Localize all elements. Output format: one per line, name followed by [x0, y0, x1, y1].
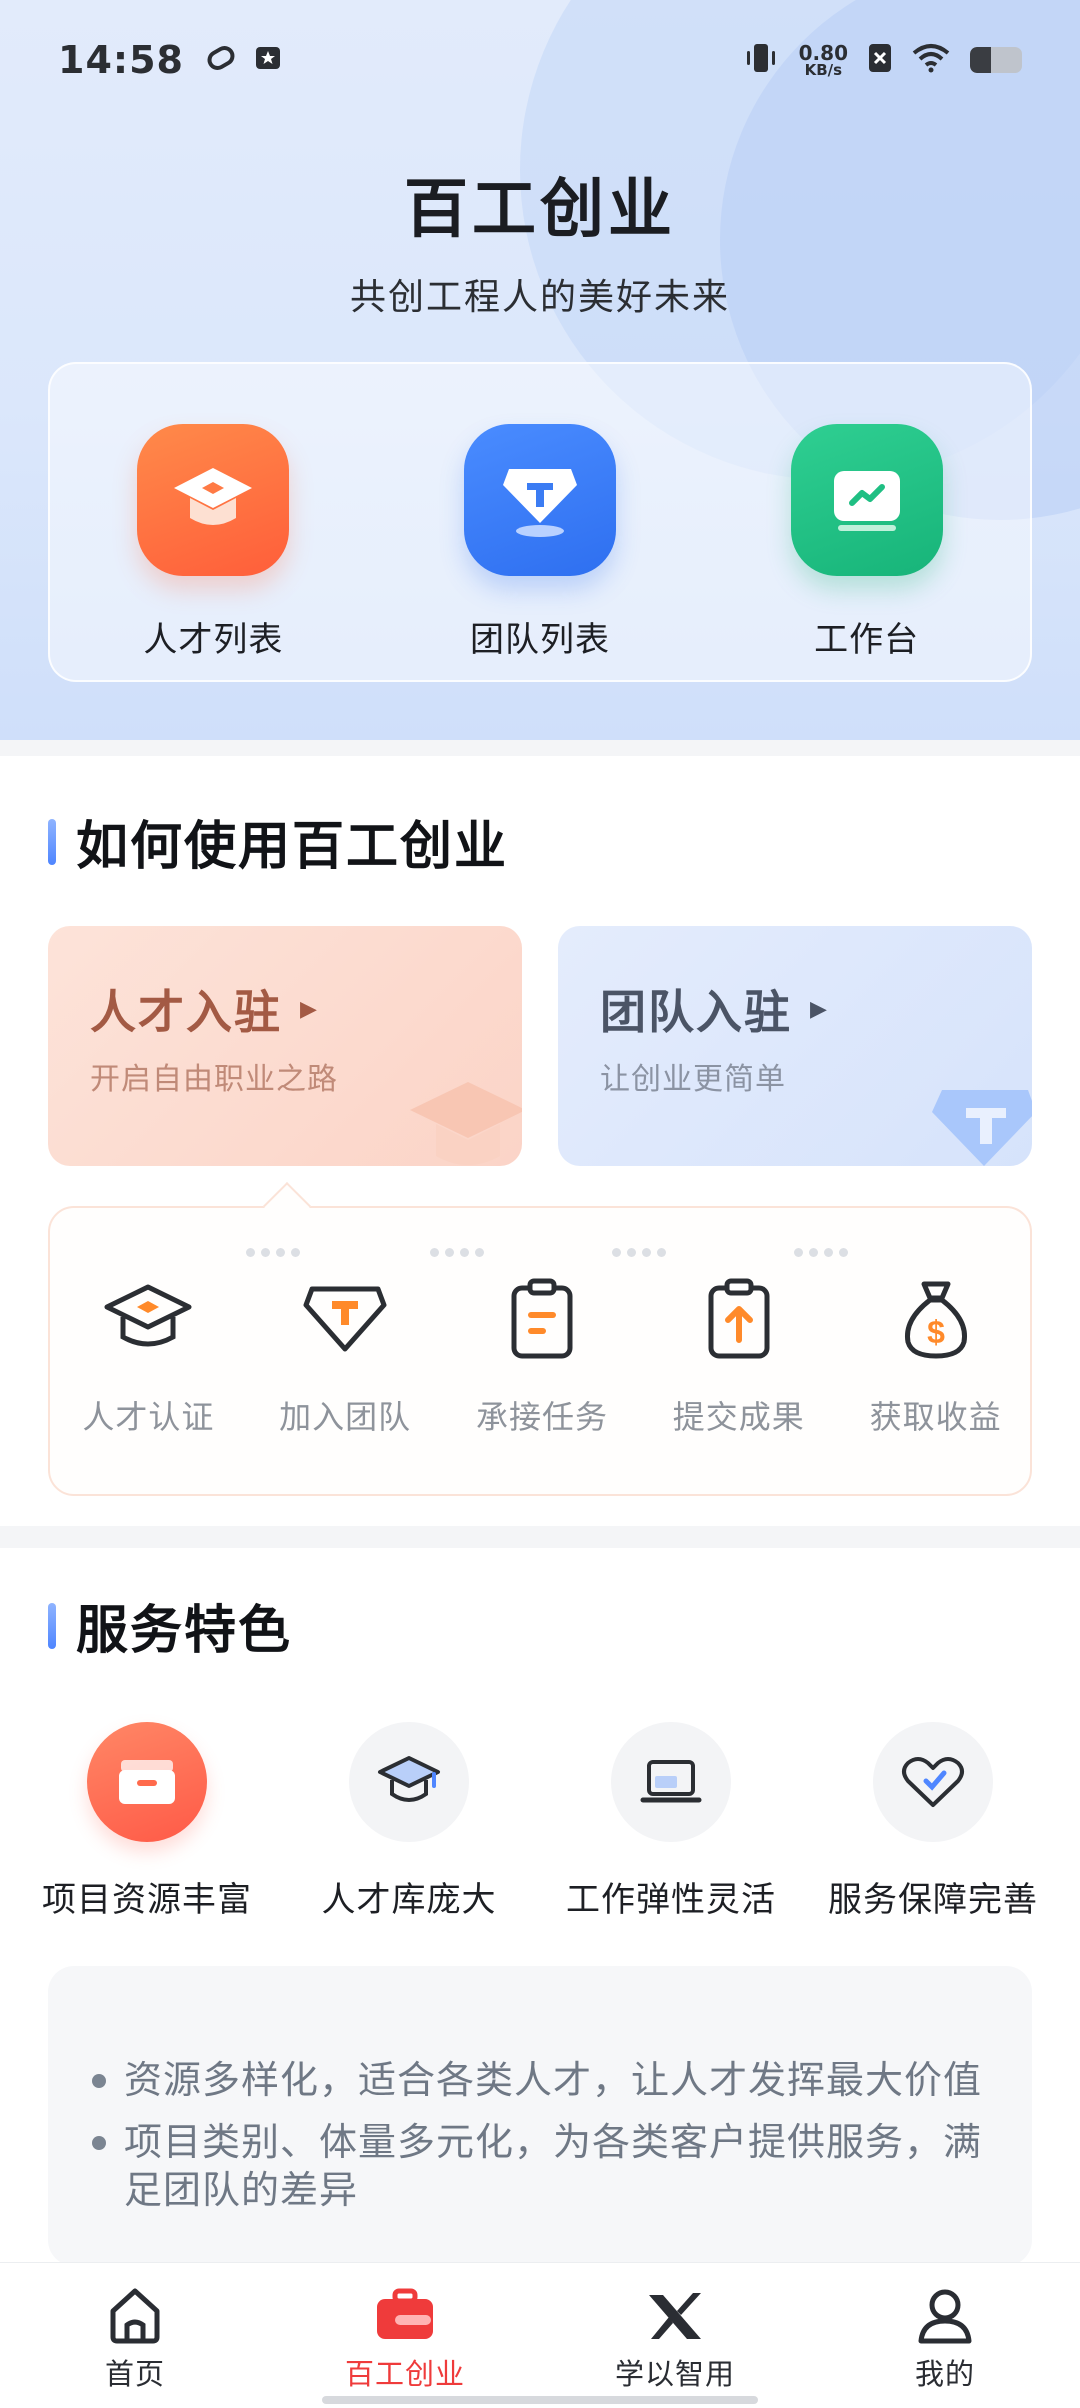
network-speed: 0.80 KB/s: [799, 43, 848, 78]
tab-label: 我的: [914, 2357, 975, 2391]
quick-action-label: 人才列表: [143, 620, 284, 660]
project-box-icon: [87, 1722, 207, 1842]
quick-action-team-list[interactable]: 团队列表: [410, 424, 670, 661]
team-join-card[interactable]: 团队入驻 ▶ 让创业更简单: [558, 926, 1032, 1166]
quick-action-label: 工作台: [814, 620, 920, 660]
title-accent-bar: [48, 1602, 56, 1649]
tab-home[interactable]: 首页: [35, 2263, 235, 2408]
star-notification-icon: [254, 44, 282, 76]
bullet-text: 项目类别、体量多元化，为各类客户提供服务，满足团队的差异: [124, 2120, 983, 2212]
features-title-text: 服务特色: [76, 1601, 293, 1661]
team-join-title: 团队入驻 ▶: [600, 976, 829, 1042]
talent-join-subtitle: 开启自由职业之路: [90, 1062, 338, 1097]
step-label: 加入团队: [279, 1398, 412, 1436]
card-pointer: [147, 1966, 191, 1989]
feature-bullet: 项目类别、体量多元化，为各类客户提供服务，满足团队的差异: [92, 2118, 1012, 2214]
x-logo-icon: [643, 2283, 707, 2347]
step-accept-task: 承接任务: [452, 1274, 632, 1438]
quick-action-workbench[interactable]: 工作台: [737, 424, 997, 661]
quick-action-talent-list[interactable]: 人才列表: [83, 424, 343, 661]
talent-join-title: 人才入驻 ▶: [90, 976, 319, 1042]
tab-label: 首页: [104, 2357, 165, 2391]
arrow-right-icon: ▶: [810, 996, 829, 1022]
laptop-icon: [611, 1722, 731, 1842]
step-label: 承接任务: [475, 1398, 608, 1436]
step-submit-result: 提交成果: [649, 1274, 829, 1438]
tab-learning[interactable]: 学以智用: [575, 2263, 775, 2408]
heart-shield-icon: [873, 1722, 993, 1842]
bullet-dot: [92, 2074, 106, 2088]
feature-flexible-work[interactable]: 工作弹性灵活: [551, 1722, 791, 1921]
tab-label: 学以智用: [614, 2357, 735, 2391]
no-sim-icon: [868, 43, 892, 77]
step-label: 人才认证: [82, 1398, 215, 1436]
tab-mine[interactable]: 我的: [845, 2263, 1045, 2408]
briefcase-icon: [373, 2283, 437, 2347]
step-join-team: 加入团队: [255, 1274, 435, 1438]
user-icon: [915, 2283, 975, 2347]
home-indicator[interactable]: [322, 2396, 758, 2404]
battery-icon: [970, 47, 1022, 73]
step-connector: [430, 1248, 484, 1257]
quick-action-label: 团队列表: [469, 620, 610, 660]
submit-upload-icon: [694, 1274, 784, 1364]
step-talent-certification: 人才认证: [58, 1274, 238, 1438]
quick-actions-card: 人才列表 团队列表 工作台: [48, 362, 1032, 682]
feature-service-guarantee[interactable]: 服务保障完善: [813, 1722, 1053, 1921]
dashboard-monitor-icon: [790, 424, 943, 576]
speed-unit: KB/s: [804, 60, 843, 79]
steps-card: 人才认证 加入团队 承接任务 提交成果 $ 获取收益: [48, 1181, 1032, 1496]
step-connector: [246, 1248, 300, 1257]
section-title: 服务特色: [48, 1588, 292, 1663]
step-label: 提交成果: [672, 1398, 805, 1436]
feature-talent-pool[interactable]: 人才库庞大: [289, 1722, 529, 1921]
talent-cap-icon: [349, 1722, 469, 1842]
tab-label: 百工创业: [344, 2357, 465, 2391]
svg-text:$: $: [927, 1314, 945, 1350]
arrow-right-icon: ▶: [300, 996, 319, 1022]
feature-label: 项目资源丰富: [42, 1880, 252, 1920]
vibrate-icon: [743, 41, 779, 79]
speed-value: 0.80: [798, 40, 848, 65]
team-join-title-text: 团队入驻: [600, 985, 792, 1039]
certification-cap-icon: [103, 1274, 193, 1364]
feature-label: 工作弹性灵活: [566, 1880, 776, 1920]
step-earn-income: $ 获取收益: [846, 1274, 1026, 1438]
money-bag-icon: $: [891, 1274, 981, 1364]
team-gem-deco-icon: [918, 1070, 1032, 1166]
status-time: 14:58: [58, 38, 184, 82]
step-connector: [794, 1248, 848, 1257]
talent-join-title-text: 人才入驻: [90, 985, 282, 1039]
section-title: 如何使用百工创业: [48, 804, 508, 879]
feature-label: 服务保障完善: [828, 1880, 1038, 1920]
graduation-cap-icon: [137, 424, 290, 576]
app-notification-icon: [206, 43, 236, 77]
home-icon: [105, 2283, 165, 2347]
page-title: 百工创业: [404, 173, 676, 247]
wifi-icon: [912, 43, 950, 77]
how-to-use-section: 如何使用百工创业 人才入驻 ▶ 开启自由职业之路 团队入驻 ▶ 让创业更简单 人…: [0, 756, 1080, 1526]
page-subtitle: 共创工程人的美好未来: [349, 277, 730, 318]
status-bar: 14:58 0.80 KB/s: [0, 0, 1080, 120]
team-gem-icon: [463, 424, 616, 576]
feature-project-resources[interactable]: 项目资源丰富: [27, 1722, 267, 1921]
bottom-tab-bar: 首页 百工创业 学以智用 我的: [0, 2262, 1080, 2408]
task-clipboard-icon: [497, 1274, 587, 1364]
feature-description-card: 资源多样化，适合各类人才，让人才发挥最大价值 项目类别、体量多元化，为各类客户提…: [48, 1966, 1032, 2266]
feature-bullet: 资源多样化，适合各类人才，让人才发挥最大价值: [92, 2056, 1012, 2104]
how-to-title-text: 如何使用百工创业: [76, 817, 509, 877]
team-join-subtitle: 让创业更简单: [600, 1062, 786, 1097]
service-features-section: 服务特色 项目资源丰富 人才库庞大 工作弹性灵活 服务保障完善 资源多样化，适合…: [0, 1548, 1080, 2266]
tab-baigong-startup[interactable]: 百工创业: [305, 2263, 505, 2408]
bullet-dot: [92, 2136, 106, 2150]
card-pointer: [262, 1181, 312, 1231]
step-label: 获取收益: [869, 1398, 1002, 1436]
graduation-cap-deco-icon: [398, 1070, 522, 1166]
join-team-icon: [300, 1274, 390, 1364]
feature-label: 人才库庞大: [321, 1880, 497, 1920]
step-connector: [612, 1248, 666, 1257]
talent-join-card[interactable]: 人才入驻 ▶ 开启自由职业之路: [48, 926, 522, 1166]
title-accent-bar: [48, 818, 56, 865]
bullet-text: 资源多样化，适合各类人才，让人才发挥最大价值: [124, 2058, 983, 2102]
